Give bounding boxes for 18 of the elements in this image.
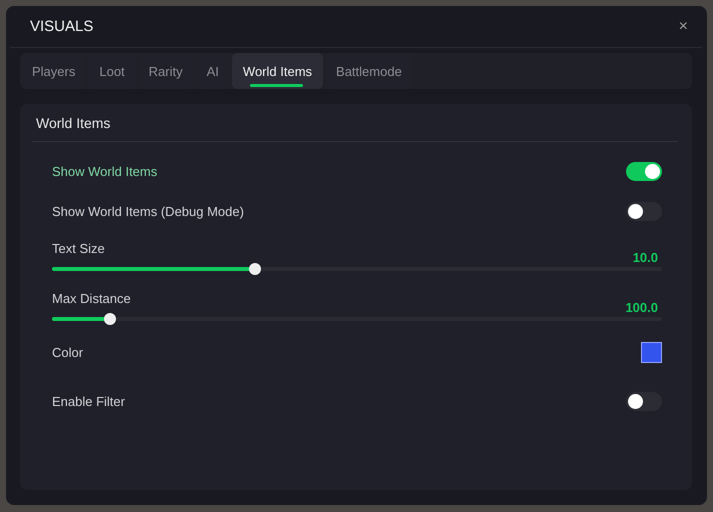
slider-handle[interactable] xyxy=(248,263,261,275)
toggle-switch[interactable] xyxy=(626,162,662,180)
toggle-switch[interactable] xyxy=(626,202,662,220)
slider-value: 100.0 xyxy=(625,300,658,315)
color-swatch[interactable] xyxy=(641,342,662,362)
tab[interactable]: World Items xyxy=(232,53,324,89)
slider-handle[interactable] xyxy=(104,313,116,325)
setting-label: Enable Filter xyxy=(52,394,125,408)
setting-label: Show World Items xyxy=(52,164,158,178)
setting-label: Text Size xyxy=(52,241,106,258)
close-button[interactable]: × xyxy=(674,18,692,36)
setting-label: Color xyxy=(52,344,84,360)
slider-value: 10.0 xyxy=(632,250,658,265)
window-title: VISUALS xyxy=(30,18,94,35)
panel-title: World Items xyxy=(32,104,678,142)
toggle-switch[interactable] xyxy=(626,392,662,410)
setting-label: Show World Items (Debug Mode) xyxy=(52,204,244,218)
setting-label: Max Distance xyxy=(52,291,132,308)
